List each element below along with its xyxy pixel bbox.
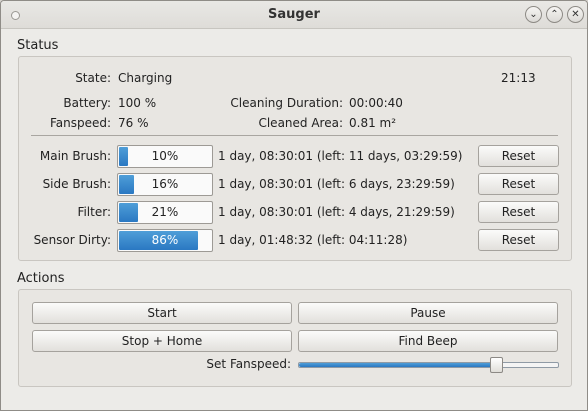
filter-label: Filter: [77,205,111,219]
filter-duration: 1 day, 08:30:01 (left: 4 days, 21:29:59) [218,205,455,219]
fanspeed-slider-handle[interactable] [489,357,503,373]
app-window: Sauger ⌄ ⌃ ✕ Status State: Charging 21:1… [0,0,588,411]
state-value: Charging [118,71,173,85]
battery-value: 100 % [118,96,157,110]
status-divider [31,135,558,136]
fanspeed-value: 76 % [118,116,149,130]
window-title: Sauger [268,7,320,22]
side-brush-percent: 16% [151,177,179,191]
sensor-dirty-duration: 1 day, 01:48:32 (left: 04:11:28) [218,233,408,247]
filter-progress: 21% [117,201,213,224]
main-brush-percent: 10% [151,149,179,163]
fanspeed-slider[interactable] [298,357,559,373]
main-brush-progress: 10% [117,145,213,168]
filter-reset-button[interactable]: Reset [478,201,559,223]
maximize-icon[interactable]: ⌃ [546,6,563,23]
main-brush-reset-button[interactable]: Reset [478,145,559,167]
sensor-dirty-reset-button[interactable]: Reset [478,229,559,251]
sensor-dirty-label: Sensor Dirty: [33,233,111,247]
state-label: State: [75,71,111,85]
side-brush-duration: 1 day, 08:30:01 (left: 6 days, 23:29:59) [218,177,455,191]
cleaning-duration-value: 00:00:40 [349,96,403,110]
battery-label: Battery: [63,96,111,110]
side-brush-progress: 16% [117,173,213,196]
cleaning-duration-label: Cleaning Duration: [230,96,343,110]
stop-home-button[interactable]: Stop + Home [32,330,292,352]
side-brush-reset-button[interactable]: Reset [478,173,559,195]
fanspeed-slider-fill [299,363,496,367]
find-beep-button[interactable]: Find Beep [298,330,558,352]
cleaned-area-value: 0.81 m² [349,116,397,130]
clock-time: 21:13 [501,71,536,85]
cleaned-area-label: Cleaned Area: [258,116,343,130]
close-icon[interactable]: ✕ [567,6,584,23]
sensor-dirty-percent: 86% [151,233,179,247]
main-brush-label: Main Brush: [39,149,111,163]
side-brush-label: Side Brush: [42,177,111,191]
actions-section-label: Actions [17,271,65,286]
start-button[interactable]: Start [32,302,292,324]
filter-percent: 21% [151,205,179,219]
minimize-icon[interactable]: ⌄ [525,6,542,23]
pause-button[interactable]: Pause [298,302,558,324]
status-section-label: Status [17,38,59,53]
title-bar: Sauger ⌄ ⌃ ✕ [1,1,587,29]
fanspeed-label: Fanspeed: [49,116,111,130]
set-fanspeed-label: Set Fanspeed: [206,357,291,371]
sensor-dirty-progress: 86% [117,229,213,252]
main-brush-duration: 1 day, 08:30:01 (left: 11 days, 03:29:59… [218,149,463,163]
